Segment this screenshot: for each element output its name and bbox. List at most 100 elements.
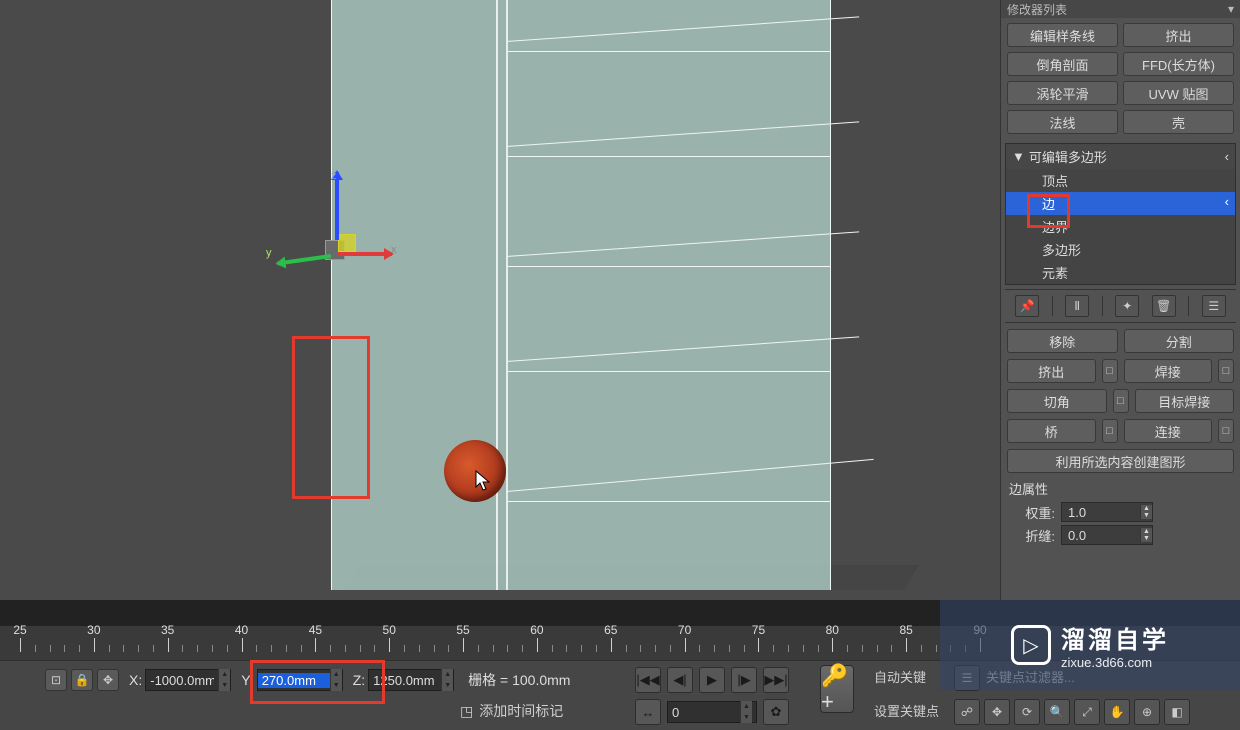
z-label: Z: <box>353 672 365 688</box>
modifier-list-header[interactable]: 修改器列表 ▾ <box>1001 0 1240 18</box>
chamfer-button[interactable]: 切角 <box>1007 389 1107 413</box>
move-gizmo[interactable]: z x y <box>320 172 400 272</box>
x-input[interactable] <box>146 673 218 688</box>
connect-settings-icon[interactable]: □ <box>1218 419 1234 443</box>
play-icon[interactable]: ▶ <box>699 667 725 693</box>
stack-root-label: 可编辑多边形 <box>1029 147 1107 166</box>
grid-readout: 栅格 = 100.0mm <box>468 670 570 690</box>
timeline-tick-label: 35 <box>161 623 174 637</box>
stack-root[interactable]: ▼ 可编辑多边形 ‹ <box>1006 144 1235 169</box>
viewport[interactable]: z x y <box>0 0 1000 590</box>
y-input[interactable] <box>258 673 330 688</box>
timeline-tick-label: 75 <box>752 623 765 637</box>
nav7-icon[interactable]: ⊕ <box>1134 699 1160 725</box>
z-input[interactable] <box>369 673 441 688</box>
modifier-button[interactable]: FFD(长方体) <box>1123 52 1234 76</box>
stack-subobject[interactable]: 元素 <box>1006 261 1235 284</box>
z-spinner[interactable]: ▲▼ <box>368 669 454 691</box>
time-config-icon[interactable]: ✿ <box>763 699 789 725</box>
frame-input[interactable] <box>668 705 740 720</box>
gizmo-y-label: y <box>266 247 272 259</box>
make-unique-icon[interactable]: ✦ <box>1115 295 1139 317</box>
gizmo-x-label: x <box>391 244 397 256</box>
playback-controls: |◀◀ ◀| ▶ |▶ ▶▶| <box>635 667 789 693</box>
chevron-down-icon: ▾ <box>1228 2 1234 16</box>
watermark-logo-icon: ▷ <box>1011 625 1051 665</box>
extrude-settings-icon[interactable]: □ <box>1102 359 1118 383</box>
modifier-button[interactable]: 倒角剖面 <box>1007 52 1118 76</box>
pin-icon[interactable]: 📌 <box>1015 295 1039 317</box>
absolute-mode-icon[interactable]: ✥ <box>97 669 119 691</box>
stack-subobject[interactable]: 多边形 <box>1006 238 1235 261</box>
show-end-result-icon[interactable]: Ⅱ <box>1065 295 1089 317</box>
modifier-stack: ▼ 可编辑多边形 ‹ 顶点边 ‹边界多边形元素 <box>1005 143 1236 285</box>
collapse-icon: ▼ <box>1012 149 1025 164</box>
watermark-title: 溜溜自学 <box>1061 620 1169 655</box>
cursor-icon <box>475 470 489 490</box>
chamfer-settings-icon[interactable]: □ <box>1113 389 1129 413</box>
timeline-tick-label: 25 <box>13 623 26 637</box>
nav5-icon[interactable]: ⤢ <box>1074 699 1100 725</box>
edge-edit-rollout: 移除 分割 挤出 □ 焊接 □ 切角 □ 目标焊接 桥 □ 连接 □ 利用所选内… <box>1001 323 1240 554</box>
weld-settings-icon[interactable]: □ <box>1218 359 1234 383</box>
extrude-button[interactable]: 挤出 <box>1007 359 1096 383</box>
modifier-button[interactable]: 壳 <box>1123 110 1234 134</box>
gizmo-z-label: z <box>331 170 337 182</box>
modifier-button[interactable]: UVW 贴图 <box>1123 81 1234 105</box>
edge-properties-label: 边属性 <box>1009 479 1234 498</box>
command-panel: 修改器列表 ▾ 编辑样条线挤出倒角剖面FFD(长方体)涡轮平滑UVW 贴图法线壳… <box>1000 0 1240 600</box>
remove-button[interactable]: 移除 <box>1007 329 1118 353</box>
crease-value: 0.0 <box>1062 528 1140 543</box>
target-weld-button[interactable]: 目标焊接 <box>1135 389 1235 413</box>
weld-button[interactable]: 焊接 <box>1124 359 1213 383</box>
configure-icon[interactable]: ☰ <box>1202 295 1226 317</box>
timeline-tick-label: 50 <box>383 623 396 637</box>
add-time-marker-label[interactable]: 添加时间标记 <box>479 701 563 721</box>
frame-prev-icon[interactable]: ↔ <box>635 699 661 725</box>
modifier-button[interactable]: 挤出 <box>1123 23 1234 47</box>
prev-frame-icon[interactable]: ◀| <box>667 667 693 693</box>
bridge-settings-icon[interactable]: □ <box>1102 419 1118 443</box>
goto-end-icon[interactable]: ▶▶| <box>763 667 789 693</box>
stack-toolbar: 📌 Ⅱ ✦ 🗑 ☰ <box>1005 289 1236 323</box>
create-shape-button[interactable]: 利用所选内容创建图形 <box>1007 449 1234 473</box>
modifier-button[interactable]: 法线 <box>1007 110 1118 134</box>
remove-modifier-icon[interactable]: 🗑 <box>1152 295 1176 317</box>
weight-spinner[interactable]: 1.0 ▲▼ <box>1061 502 1153 522</box>
x-label: X: <box>129 672 142 688</box>
model-cabinet[interactable] <box>331 0 831 590</box>
goto-start-icon[interactable]: |◀◀ <box>635 667 661 693</box>
connect-button[interactable]: 连接 <box>1124 419 1213 443</box>
stack-subobject[interactable]: 边 ‹ <box>1006 192 1235 215</box>
timeline-tick-label: 55 <box>456 623 469 637</box>
stack-subobject[interactable]: 顶点 <box>1006 169 1235 192</box>
lock-icon[interactable]: 🔒 <box>71 669 93 691</box>
modifier-button[interactable]: 涡轮平滑 <box>1007 81 1118 105</box>
watermark: ▷ 溜溜自学 zixue.3d66.com <box>940 600 1240 690</box>
nav4-icon[interactable]: 🔍 <box>1044 699 1070 725</box>
nav6-icon[interactable]: ✋ <box>1104 699 1130 725</box>
split-button[interactable]: 分割 <box>1124 329 1235 353</box>
nav2-icon[interactable]: ✥ <box>984 699 1010 725</box>
selection-lock-icon[interactable]: ⊡ <box>45 669 67 691</box>
crease-label: 折缝: <box>1015 526 1055 545</box>
crease-spinner[interactable]: 0.0 ▲▼ <box>1061 525 1153 545</box>
timeline-tick-label: 60 <box>530 623 543 637</box>
timeline-tick-label: 40 <box>235 623 248 637</box>
next-frame-icon[interactable]: |▶ <box>731 667 757 693</box>
set-key-button[interactable]: 设置关键点 <box>870 697 952 729</box>
nav8-icon[interactable]: ◧ <box>1164 699 1190 725</box>
set-key-big-button[interactable]: 🔑+ <box>820 665 854 713</box>
x-spinner[interactable]: ▲▼ <box>145 669 231 691</box>
y-spinner[interactable]: ▲▼ <box>257 669 343 691</box>
stack-subobject[interactable]: 边界 <box>1006 215 1235 238</box>
frame-spinner[interactable]: ▲▼ <box>667 701 757 723</box>
nav1-icon[interactable]: ☍ <box>954 699 980 725</box>
modifier-button[interactable]: 编辑样条线 <box>1007 23 1118 47</box>
nav3-icon[interactable]: ⟳ <box>1014 699 1040 725</box>
timeline-tick-label: 45 <box>309 623 322 637</box>
chevron-left-icon: ‹ <box>1225 149 1229 164</box>
timeline-tick-label: 70 <box>678 623 691 637</box>
bridge-button[interactable]: 桥 <box>1007 419 1096 443</box>
cube-icon: ◳ <box>460 703 473 720</box>
